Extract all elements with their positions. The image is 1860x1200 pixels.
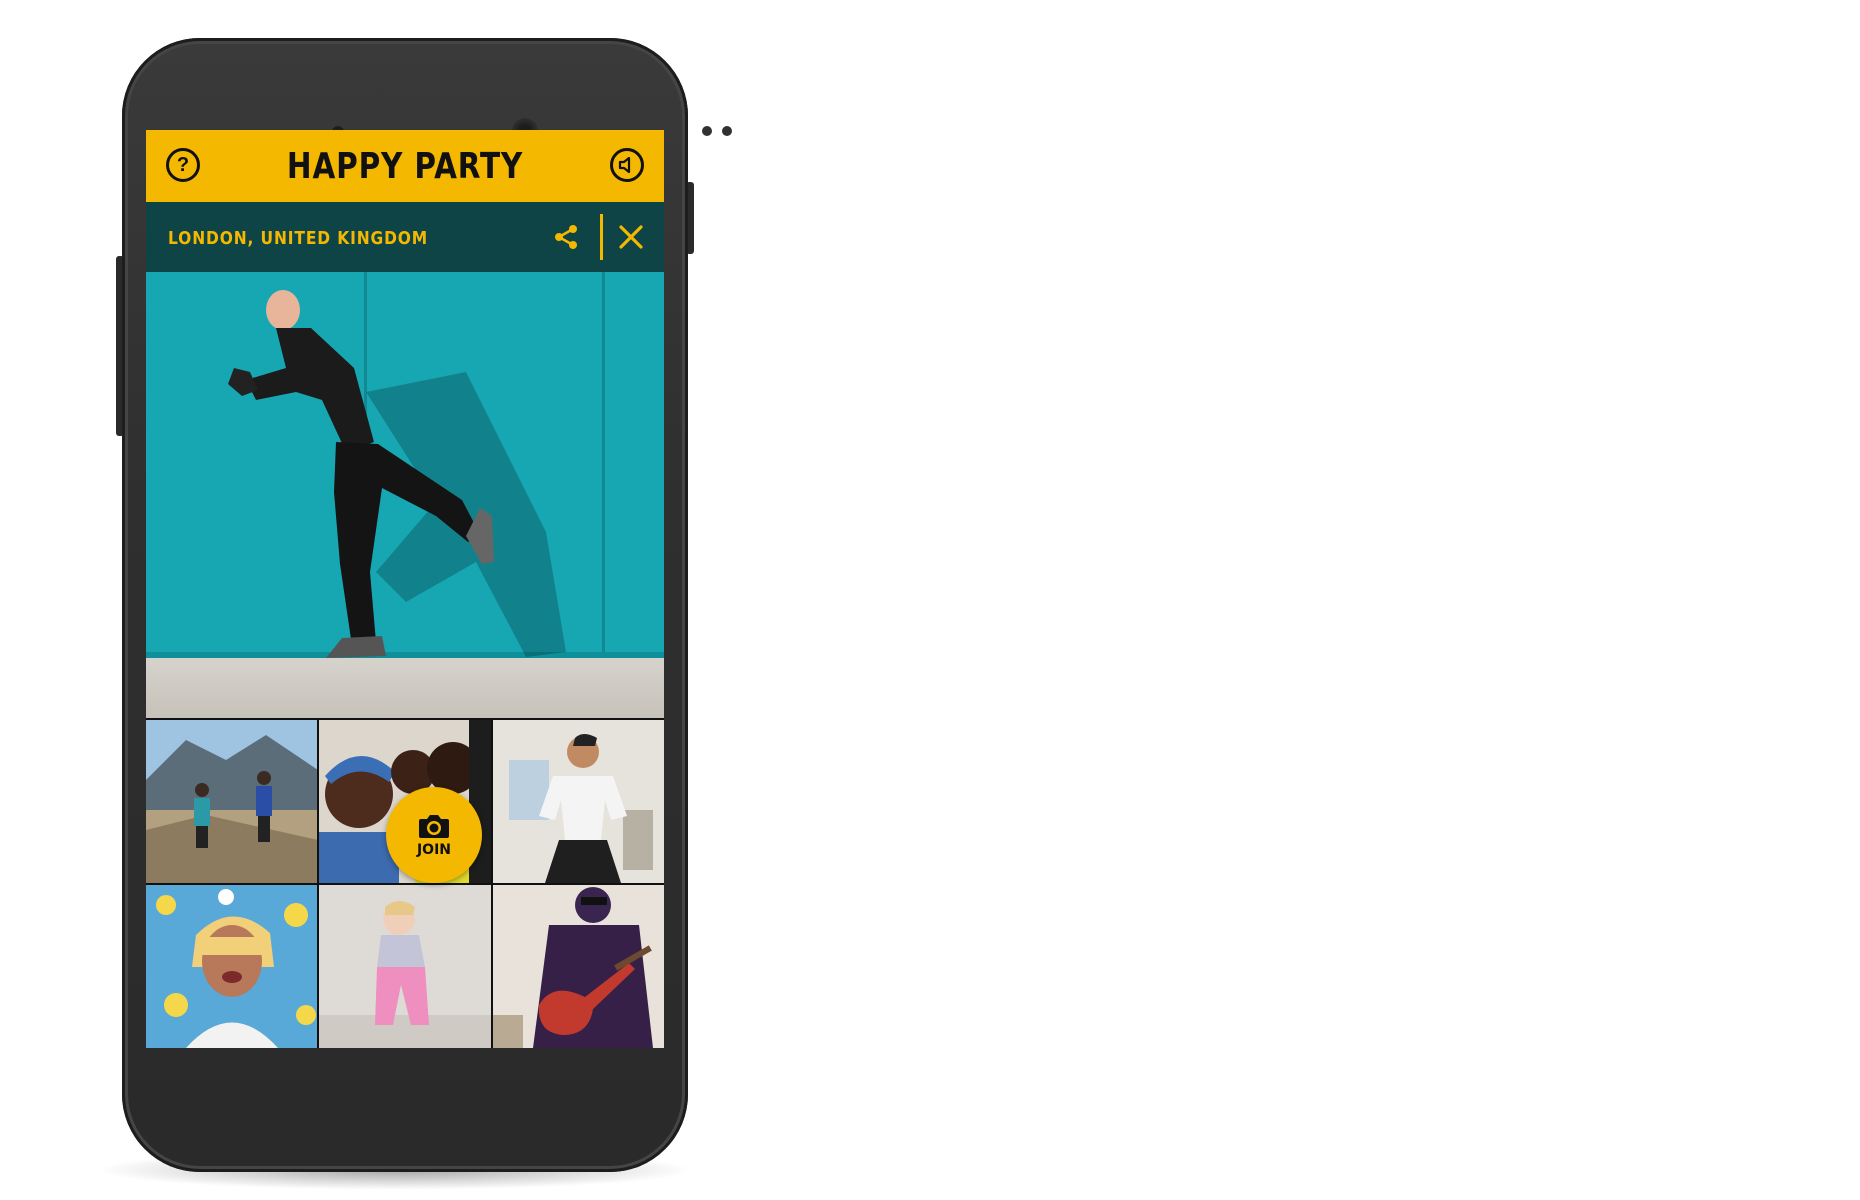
app-header: ? HAPPY PARTY xyxy=(146,130,664,202)
dancer-illustration xyxy=(228,290,566,658)
room-scene xyxy=(492,720,664,883)
camera-icon xyxy=(419,815,449,838)
join-label: JOIN xyxy=(416,842,452,858)
divider xyxy=(600,214,603,260)
location-label: LONDON, UNITED KINGDOM xyxy=(168,228,429,249)
proximity-sensor xyxy=(702,126,712,136)
video-thumbnail[interactable] xyxy=(319,885,491,1048)
toddler-scene xyxy=(319,885,491,1048)
video-thumbnail[interactable] xyxy=(146,885,318,1048)
location-bar: LONDON, UNITED KINGDOM xyxy=(146,202,664,272)
help-glyph: ? xyxy=(176,154,190,176)
app-title: HAPPY PARTY xyxy=(286,145,524,187)
close-icon[interactable] xyxy=(616,222,646,252)
guitar-scene xyxy=(492,885,664,1048)
floral-scene xyxy=(146,885,318,1048)
help-icon[interactable]: ? xyxy=(166,148,200,182)
mountain-scene xyxy=(146,720,318,883)
video-thumbnail[interactable] xyxy=(492,720,664,883)
speaker-glyph xyxy=(618,156,631,174)
app-screen: ? HAPPY PARTY LONDON, UNITED KINGDOM xyxy=(146,130,664,1048)
video-thumbnail[interactable] xyxy=(492,885,664,1048)
share-icon[interactable] xyxy=(551,222,581,252)
video-grid xyxy=(146,720,664,1048)
speaker-icon[interactable] xyxy=(610,148,644,182)
join-button[interactable]: JOIN xyxy=(386,787,482,883)
light-sensor xyxy=(722,126,732,136)
featured-video[interactable] xyxy=(146,272,664,718)
video-thumbnail[interactable] xyxy=(146,720,318,883)
